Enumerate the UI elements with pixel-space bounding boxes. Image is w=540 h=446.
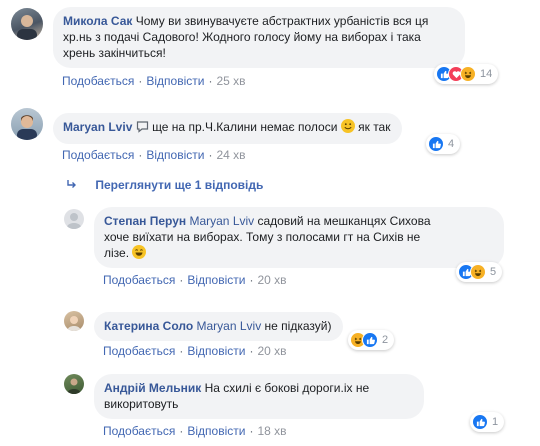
mention-link[interactable]: Maryan Lviv xyxy=(189,214,254,228)
reply-text: садовий на мешканцях Сихова xyxy=(257,214,431,228)
reactions-summary[interactable]: 2 xyxy=(348,330,395,350)
comment-timestamp[interactable]: 25 хв xyxy=(216,74,245,88)
avatar[interactable] xyxy=(64,374,84,394)
reactions-summary[interactable]: 14 xyxy=(434,64,499,84)
view-more-replies-link[interactable]: Переглянути ще 1 відповідь xyxy=(66,178,263,194)
reply-link[interactable]: Відповісти xyxy=(146,148,204,162)
like-link[interactable]: Подобається xyxy=(103,273,175,287)
like-link[interactable]: Подобається xyxy=(62,148,134,162)
avatar[interactable] xyxy=(64,209,84,229)
comment-bubble: Maryan Lviv ще на пр.Ч.Калини немає поло… xyxy=(53,113,403,144)
like-link[interactable]: Подобається xyxy=(103,424,175,438)
reply-timestamp[interactable]: 20 хв xyxy=(257,273,286,287)
reply-author[interactable]: Степан Перун xyxy=(104,214,186,228)
reply-link[interactable]: Відповісти xyxy=(146,74,204,88)
reaction-count: 4 xyxy=(448,138,455,150)
comment-bubble: Микола Сак Чому ви звинувачуєте абстракт… xyxy=(53,7,465,68)
laughing-emoji-icon xyxy=(132,245,147,259)
reply-author[interactable]: Катерина Соло xyxy=(104,319,193,333)
reply-timestamp[interactable]: 20 хв xyxy=(257,344,286,358)
avatar[interactable] xyxy=(11,8,43,40)
reply-bubble: Катерина Соло Maryan Lviv не підказуй) xyxy=(94,312,344,341)
comment-text: хр.нь з подачі Садового! Жодного голосу … xyxy=(63,30,421,44)
smile-emoji-icon xyxy=(340,119,355,133)
view-more-replies-label: Переглянути ще 1 відповідь xyxy=(95,178,264,192)
reply-actions: Подобається · Відповісти · 20 хв xyxy=(103,273,287,287)
reply-author[interactable]: Андрій Мельник xyxy=(104,381,201,395)
comment-timestamp[interactable]: 24 хв xyxy=(216,148,245,162)
reply-text: лізе. xyxy=(104,246,130,260)
avatar[interactable] xyxy=(64,311,84,331)
reaction-count: 14 xyxy=(480,68,493,80)
comment-text: як так xyxy=(358,120,391,134)
reply-bubble: Степан Перун Maryan Lviv садовий на мешк… xyxy=(94,207,504,268)
messenger-icon xyxy=(136,121,149,137)
comment-text: хрень закінчиться! xyxy=(63,46,166,60)
reply-text: викоритовуть xyxy=(104,397,179,411)
reply-link[interactable]: Відповісти xyxy=(187,424,245,438)
haha-icon xyxy=(470,264,486,280)
like-link[interactable]: Подобається xyxy=(103,344,175,358)
like-icon xyxy=(362,332,378,348)
reply-arrow-icon xyxy=(66,179,82,194)
reactions-summary[interactable]: 1 xyxy=(470,412,505,432)
reply-actions: Подобається · Відповісти · 18 хв xyxy=(103,424,287,438)
reply-text: хоче виїхати на виборах. Тому з полосами… xyxy=(104,230,421,244)
reactions-summary[interactable]: 4 xyxy=(426,134,461,154)
haha-icon xyxy=(460,66,476,82)
like-link[interactable]: Подобається xyxy=(62,74,134,88)
avatar[interactable] xyxy=(11,108,43,140)
reply-text: На схилі є бокові дороги.іх не xyxy=(204,381,370,395)
comment-author[interactable]: Maryan Lviv xyxy=(63,120,132,134)
reply-link[interactable]: Відповісти xyxy=(187,273,245,287)
reply-actions: Подобається · Відповісти · 20 хв xyxy=(103,344,287,358)
comment-actions: Подобається · Відповісти · 24 хв xyxy=(62,148,246,162)
comment-actions: Подобається · Відповісти · 25 хв xyxy=(62,74,246,88)
comment-author[interactable]: Микола Сак xyxy=(63,14,132,28)
mention-link[interactable]: Maryan Lviv xyxy=(197,319,262,333)
reply-bubble: Андрій Мельник На схилі є бокові дороги.… xyxy=(94,374,424,419)
reply-timestamp[interactable]: 18 хв xyxy=(257,424,286,438)
comment-text: Чому ви звинувачуєте абстрактних урбаніс… xyxy=(135,14,429,28)
reply-text: не підказуй) xyxy=(264,319,332,333)
reaction-count: 2 xyxy=(382,334,389,346)
reaction-count: 1 xyxy=(492,416,499,428)
reactions-summary[interactable]: 5 xyxy=(456,262,503,282)
reply-link[interactable]: Відповісти xyxy=(187,344,245,358)
like-icon xyxy=(472,414,488,430)
comment-text: ще на пр.Ч.Калини немає полоси xyxy=(152,120,338,134)
reaction-count: 5 xyxy=(490,266,497,278)
like-icon xyxy=(428,136,444,152)
